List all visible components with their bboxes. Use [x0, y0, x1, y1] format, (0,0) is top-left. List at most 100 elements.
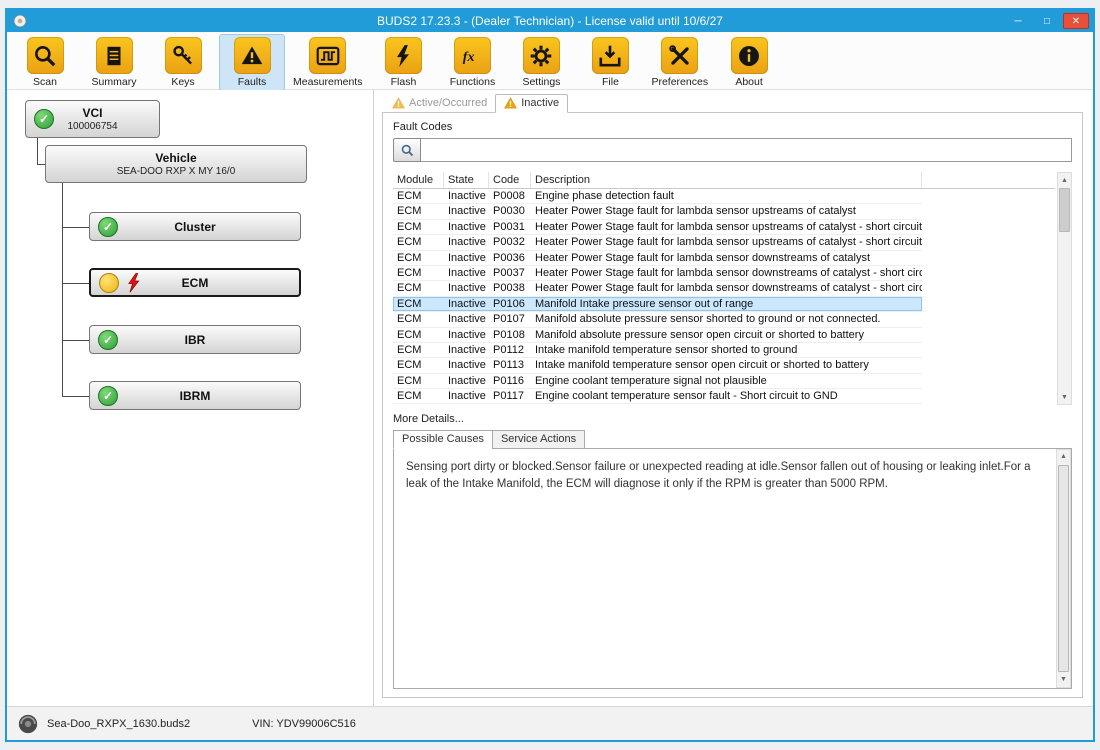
- status-ok-icon: ✓: [98, 330, 118, 350]
- table-row[interactable]: ECM Inactive P0112 Intake manifold tempe…: [393, 343, 922, 358]
- warning-icon: [504, 97, 517, 109]
- cell-description: Heater Power Stage fault for lambda sens…: [531, 204, 922, 218]
- keys-icon: [165, 37, 202, 74]
- toolbar-summary[interactable]: Summary: [82, 35, 146, 90]
- cell-code: P0113: [489, 358, 531, 372]
- cell-description: Intake manifold temperature sensor short…: [531, 343, 922, 357]
- warning-icon: [392, 97, 405, 109]
- flash-icon: [385, 37, 422, 74]
- toolbar-faults[interactable]: Faults: [220, 35, 284, 90]
- tab-possible-causes[interactable]: Possible Causes: [393, 430, 493, 449]
- column-header-state[interactable]: State: [444, 172, 489, 188]
- fault-bolt-icon: [127, 272, 140, 293]
- cell-module: ECM: [393, 312, 444, 326]
- fault-table-header[interactable]: Module State Code Description: [393, 172, 1055, 189]
- cell-state: Inactive: [444, 235, 489, 249]
- about-icon: [731, 37, 768, 74]
- table-row[interactable]: ECM Inactive P0031 Heater Power Stage fa…: [393, 220, 922, 235]
- node-title: IBR: [185, 333, 206, 347]
- session-file-name: Sea-Doo_RXPX_1630.buds2: [47, 718, 190, 730]
- tab-inactive[interactable]: Inactive: [495, 94, 568, 113]
- main-area: ✓ VCI 100006754 Vehicle SEA-DOO RXP X MY…: [7, 90, 1093, 706]
- table-row[interactable]: ECM Inactive P0106 Manifold Intake press…: [393, 297, 922, 312]
- cell-state: Inactive: [444, 220, 489, 234]
- node-title: ECM: [182, 276, 209, 290]
- minimize-button[interactable]: ─: [1005, 13, 1031, 29]
- table-row[interactable]: ECM Inactive P0117 Engine coolant temper…: [393, 389, 922, 404]
- fault-search-input[interactable]: [421, 138, 1072, 162]
- toolbar-label: About: [735, 76, 762, 88]
- toolbar-label: Scan: [33, 76, 57, 88]
- toolbar-settings[interactable]: Settings: [509, 35, 573, 90]
- details-scrollbar[interactable]: ▲ ▼: [1056, 449, 1071, 688]
- toolbar-flash[interactable]: Flash: [371, 35, 435, 90]
- table-row[interactable]: ECM Inactive P0038 Heater Power Stage fa…: [393, 281, 922, 296]
- tree-node-vci[interactable]: ✓ VCI 100006754: [25, 100, 160, 138]
- cell-description: Engine coolant temperature sensor fault …: [531, 389, 922, 403]
- fault-table: Module State Code Description ECM Inacti…: [393, 172, 1072, 405]
- node-title: Vehicle: [155, 151, 196, 165]
- table-row[interactable]: ECM Inactive P0037 Heater Power Stage fa…: [393, 266, 922, 281]
- tree-node-cluster[interactable]: ✓ Cluster: [89, 212, 301, 241]
- table-row[interactable]: ECM Inactive P0113 Intake manifold tempe…: [393, 358, 922, 373]
- cell-state: Inactive: [444, 374, 489, 388]
- toolbar-about[interactable]: About: [717, 35, 781, 90]
- table-row[interactable]: ECM Inactive P0036 Heater Power Stage fa…: [393, 251, 922, 266]
- fault-codes-title: Fault Codes: [393, 121, 1072, 133]
- toolbar-measurements[interactable]: Measurements: [289, 35, 366, 90]
- scrollbar-thumb[interactable]: [1059, 188, 1070, 232]
- cell-code: P0032: [489, 235, 531, 249]
- scroll-up-icon[interactable]: ▲: [1058, 173, 1071, 187]
- column-header-description[interactable]: Description: [531, 172, 922, 188]
- scroll-down-icon[interactable]: ▼: [1058, 390, 1071, 404]
- tree-node-vehicle[interactable]: Vehicle SEA-DOO RXP X MY 16/0: [45, 145, 307, 183]
- toolbar-scan[interactable]: Scan: [13, 35, 77, 90]
- tree-node-ibr[interactable]: ✓ IBR: [89, 325, 301, 354]
- fault-table-rows: ECM Inactive P0008 Engine phase detectio…: [393, 189, 1055, 404]
- maximize-button[interactable]: □: [1034, 13, 1060, 29]
- search-button[interactable]: [393, 138, 421, 162]
- toolbar-functions[interactable]: fx Functions: [440, 35, 504, 90]
- scroll-up-icon[interactable]: ▲: [1057, 450, 1070, 464]
- cell-code: P0031: [489, 220, 531, 234]
- table-row[interactable]: ECM Inactive P0107 Manifold absolute pre…: [393, 312, 922, 327]
- cell-state: Inactive: [444, 251, 489, 265]
- table-row[interactable]: ECM Inactive P0108 Manifold absolute pre…: [393, 328, 922, 343]
- cell-code: P0008: [489, 189, 531, 203]
- fault-table-scrollbar[interactable]: ▲ ▼: [1057, 172, 1072, 405]
- cell-state: Inactive: [444, 189, 489, 203]
- tree-node-ecm[interactable]: ECM: [89, 268, 301, 297]
- cell-description: Engine coolant temperature signal not pl…: [531, 374, 922, 388]
- table-row[interactable]: ECM Inactive P0030 Heater Power Stage fa…: [393, 204, 922, 219]
- column-header-code[interactable]: Code: [489, 172, 531, 188]
- tab-active-occurred[interactable]: Active/Occurred: [384, 95, 495, 112]
- column-header-module[interactable]: Module: [393, 172, 444, 188]
- cell-code: P0107: [489, 312, 531, 326]
- file-icon: [592, 37, 629, 74]
- tree-node-ibrm[interactable]: ✓ IBRM: [89, 381, 301, 410]
- cell-module: ECM: [393, 343, 444, 357]
- table-row[interactable]: ECM Inactive P0008 Engine phase detectio…: [393, 189, 922, 204]
- titlebar[interactable]: BUDS2 17.23.3 - (Dealer Technician) - Li…: [7, 10, 1093, 32]
- toolbar-label: Keys: [171, 76, 194, 88]
- cell-module: ECM: [393, 189, 444, 203]
- close-button[interactable]: ✕: [1063, 13, 1089, 29]
- status-ok-icon: ✓: [34, 109, 54, 129]
- cell-code: P0106: [489, 297, 531, 311]
- faults-icon: [234, 37, 271, 74]
- tree-connector: [62, 340, 89, 341]
- table-row[interactable]: ECM Inactive P0116 Engine coolant temper…: [393, 374, 922, 389]
- table-row[interactable]: ECM Inactive P0032 Heater Power Stage fa…: [393, 235, 922, 250]
- toolbar-keys[interactable]: Keys: [151, 35, 215, 90]
- scroll-down-icon[interactable]: ▼: [1057, 673, 1070, 687]
- toolbar-label: Settings: [522, 76, 560, 88]
- cell-module: ECM: [393, 204, 444, 218]
- toolbar-file[interactable]: File: [578, 35, 642, 90]
- more-details-label: More Details...: [393, 413, 1072, 425]
- cell-state: Inactive: [444, 312, 489, 326]
- toolbar-preferences[interactable]: Preferences: [647, 35, 712, 90]
- cell-code: P0038: [489, 281, 531, 295]
- tab-service-actions[interactable]: Service Actions: [492, 430, 585, 449]
- scrollbar-thumb[interactable]: [1058, 465, 1069, 672]
- toolbar-label: Faults: [238, 76, 267, 88]
